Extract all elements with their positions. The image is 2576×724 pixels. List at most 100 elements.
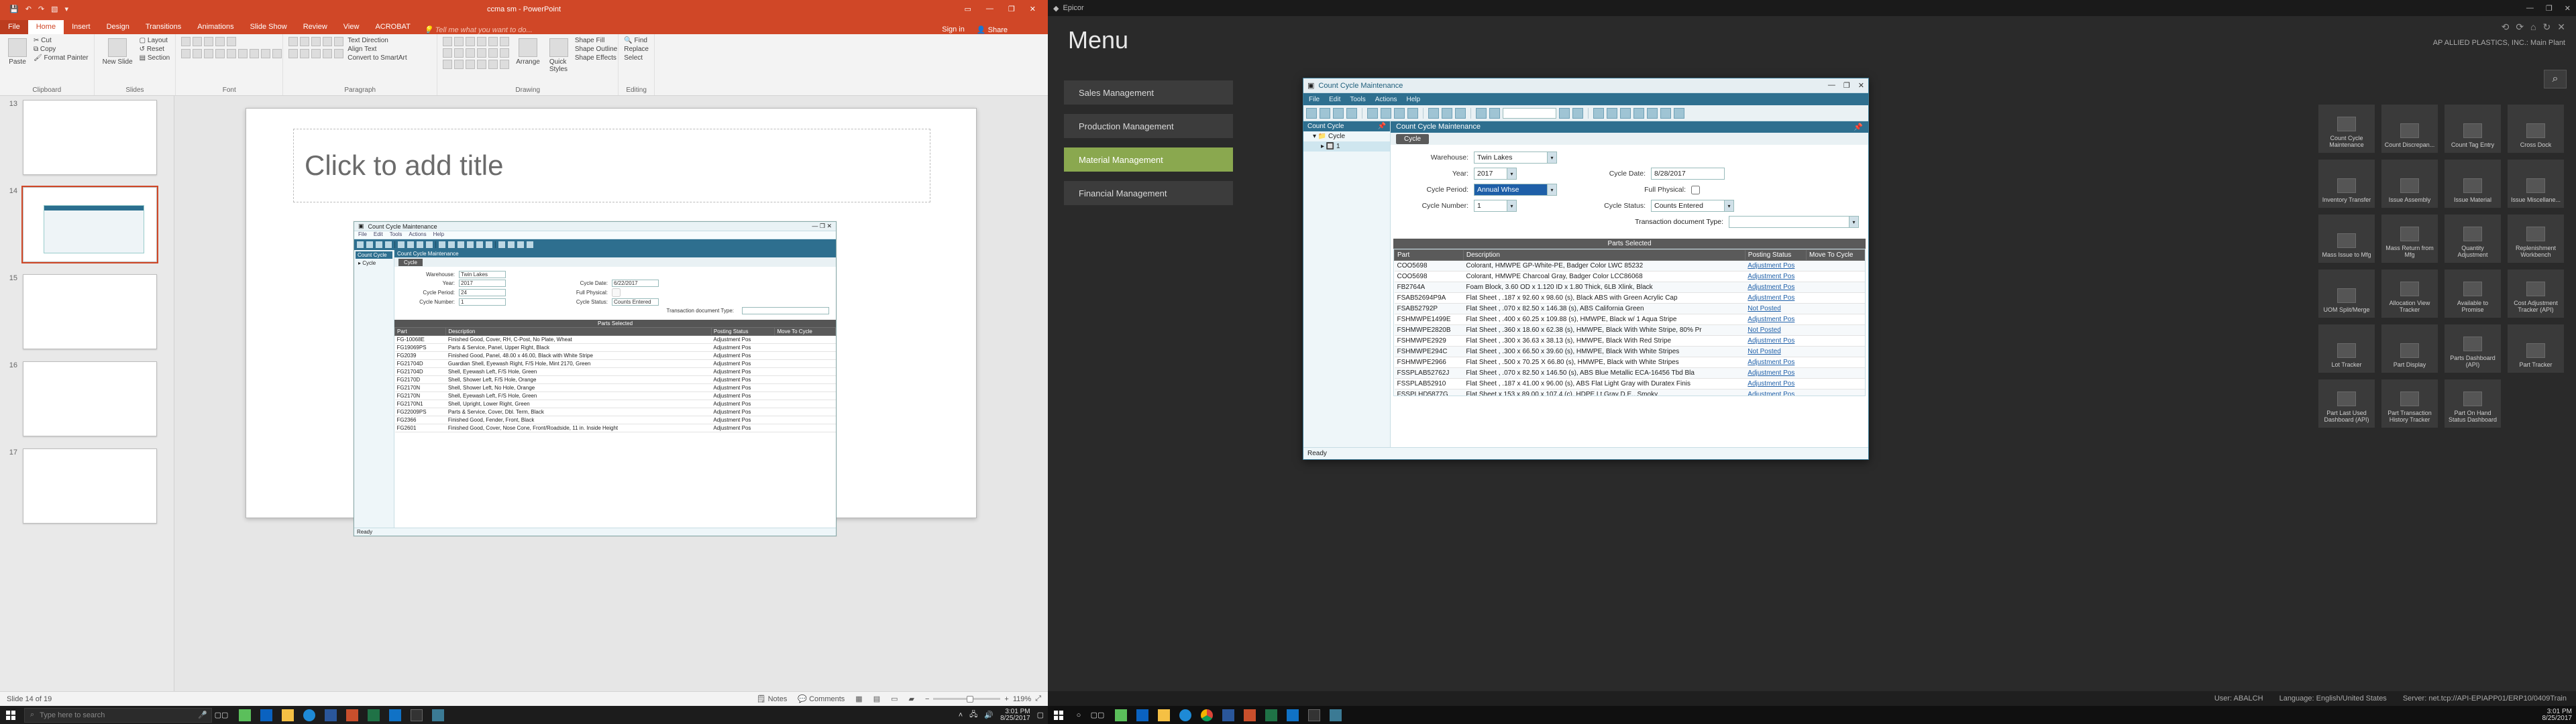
table-row[interactable]: COO5698Colorant, HMWPE Charcoal Gray, Ba… (1395, 272, 1865, 282)
tree-node-cycle-1[interactable]: ▸ 🔲 1 (1303, 141, 1390, 152)
parts-grid[interactable]: PartDescriptionPosting StatusMove To Cyc… (1394, 249, 1865, 396)
tb-new-icon[interactable] (1306, 108, 1317, 119)
arrange-button[interactable]: Arrange (513, 37, 543, 67)
notes-button[interactable]: 🗒 Notes (757, 695, 788, 703)
win-max-icon[interactable]: ❐ (1843, 81, 1850, 90)
tb-audit-icon[interactable] (1455, 108, 1466, 119)
tb-app-ie[interactable] (1175, 706, 1195, 724)
view-slideshow-icon[interactable]: ▰ (909, 695, 914, 703)
view-reading-icon[interactable]: ▭ (891, 695, 898, 703)
tile-issue-material[interactable]: Issue Material (2445, 160, 2501, 208)
tb-app-epicor[interactable] (428, 706, 448, 724)
tile-count-cycle-maintenance[interactable]: Count Cycle Maintenance (2318, 105, 2375, 153)
subtab-cycle[interactable]: Cycle (1396, 134, 1429, 144)
tb-nav-field[interactable] (1503, 108, 1556, 119)
tree-pin-icon[interactable]: 📌 (1378, 123, 1386, 130)
tb-app-epicor[interactable] (1326, 706, 1346, 724)
nav-close-icon[interactable]: ✕ (2557, 21, 2565, 33)
tb-save-icon[interactable] (1320, 108, 1330, 119)
slide-thumb-13[interactable]: 13 (7, 100, 167, 175)
tile-inventory-transfer[interactable]: Inventory Transfer (2318, 160, 2375, 208)
text-direction-button[interactable]: Text Direction (347, 37, 407, 44)
taskbar-clock[interactable]: 3:01 PM8/25/2017 (1000, 709, 1030, 722)
minimize-icon[interactable]: — (986, 5, 994, 13)
quick-styles-button[interactable]: Quick Styles (547, 37, 571, 74)
tb-app-ppt[interactable] (1240, 706, 1260, 724)
tile-mass-issue-to-mfg[interactable]: Mass Issue to Mfg (2318, 215, 2375, 263)
slide-thumbnails[interactable]: 1314151617 (0, 96, 174, 697)
tb-app-green[interactable] (235, 706, 255, 724)
table-row[interactable]: FSSPLAB52910Flat Sheet , .187 x 41.00 x … (1395, 379, 1865, 389)
tile-part-display[interactable]: Part Display (2381, 324, 2438, 373)
tile-part-tracker[interactable]: Part Tracker (2508, 324, 2564, 373)
nav-fwd-icon[interactable]: ⟳ (2516, 21, 2524, 33)
tb-app-word[interactable] (321, 706, 341, 724)
tb-nav-last-icon[interactable] (1572, 108, 1583, 119)
tab-pin-icon[interactable]: 📌 (1854, 123, 1863, 131)
tx-doc-type-dd-icon[interactable]: ▾ (1849, 216, 1859, 228)
tree-node-cycle[interactable]: ▾ 📁 Cycle (1303, 131, 1390, 141)
shape-outline-button[interactable]: Shape Outline (575, 46, 617, 53)
tile-part-transaction-history-tracker[interactable]: Part Transaction History Tracker (2381, 379, 2438, 428)
view-normal-icon[interactable]: ▦ (855, 695, 862, 703)
format-painter-button[interactable]: 🖌 Format Painter (34, 54, 89, 62)
start-slideshow-icon[interactable]: ▧ (51, 5, 58, 13)
tb-refresh-icon[interactable] (1407, 108, 1418, 119)
table-row[interactable]: FSHMWPE2929Flat Sheet , .300 x 36.63 x 3… (1395, 336, 1865, 347)
tile-issue-assembly[interactable]: Issue Assembly (2381, 160, 2438, 208)
nav-back-icon[interactable]: ⟲ (2502, 21, 2510, 33)
win-close-icon[interactable]: ✕ (1858, 81, 1864, 90)
taskview-icon[interactable]: ▢▢ (1088, 711, 1107, 719)
tb-cut-icon[interactable] (1367, 108, 1378, 119)
tb-app-edge[interactable] (1132, 706, 1152, 724)
tb-paste-icon[interactable] (1394, 108, 1405, 119)
tile-uom-split-merge[interactable]: UOM Split/Merge (2318, 269, 2375, 318)
cycle-date-field[interactable]: 8/28/2017 (1651, 168, 1725, 180)
warehouse-field[interactable]: Twin Lakes (1474, 152, 1548, 164)
tile-mass-return-from-mfg[interactable]: Mass Return from Mfg (2381, 215, 2438, 263)
find-button[interactable]: 🔍 Find (624, 37, 649, 44)
warehouse-dd-icon[interactable]: ▾ (1548, 152, 1557, 164)
full-physical-checkbox[interactable] (1691, 186, 1700, 194)
nav-home-icon[interactable]: ⌂ (2530, 21, 2536, 33)
title-placeholder[interactable]: Click to add title (293, 129, 930, 202)
tb-app-ie[interactable] (299, 706, 319, 724)
tb-app-ppt[interactable] (342, 706, 362, 724)
menu-tools[interactable]: Tools (1350, 96, 1365, 103)
cycle-status-field[interactable]: Counts Entered (1651, 200, 1725, 212)
cortana-icon[interactable]: ○ (1069, 711, 1088, 719)
tile-replenishment-workbench[interactable]: Replenishment Workbench (2508, 215, 2564, 263)
tile-available-to-promise[interactable]: Available to Promise (2445, 269, 2501, 318)
layout-button[interactable]: ▢ Layout (140, 37, 170, 44)
undo-icon[interactable]: ↶ (25, 5, 32, 13)
tile-quantity-adjustment[interactable]: Quantity Adjustment (2445, 215, 2501, 263)
nav-financial-management[interactable]: Financial Management (1064, 181, 1233, 205)
share-button[interactable]: 👤 Share (977, 25, 1008, 34)
view-sorter-icon[interactable]: ▤ (873, 695, 880, 703)
slide-thumb-16[interactable]: 16 (7, 361, 167, 436)
start-button[interactable] (0, 706, 21, 724)
year-field[interactable]: 2017 (1474, 168, 1507, 180)
taskbar-search[interactable]: ⌕ Type here to search🎤 (24, 708, 212, 723)
tile-count-discrepan-[interactable]: Count Discrepan... (2381, 105, 2438, 153)
shape-effects-button[interactable]: Shape Effects (575, 54, 617, 62)
cycle-period-dd-icon[interactable]: ▾ (1548, 184, 1557, 196)
start-button[interactable] (1048, 706, 1069, 724)
table-row[interactable]: FSHMWPE2966Flat Sheet , .500 x 70.25 X 6… (1395, 357, 1865, 368)
tray-notif-icon[interactable]: ▢ (1037, 711, 1044, 719)
table-row[interactable]: COO5698Colorant, HMWPE GP-White-PE, Badg… (1395, 261, 1865, 272)
redo-icon[interactable]: ↷ (38, 5, 44, 13)
tab-view[interactable]: View (335, 20, 368, 34)
tile-part-last-used-dashboard-api-[interactable]: Part Last Used Dashboard (API) (2318, 379, 2375, 428)
slide-indicator[interactable]: Slide 14 of 19 (7, 695, 52, 703)
tile-allocation-view-tracker[interactable]: Allocation View Tracker (2381, 269, 2438, 318)
save-icon[interactable]: 💾 (9, 5, 19, 13)
slide-thumb-17[interactable]: 17 (7, 448, 167, 524)
tell-me[interactable]: 💡 Tell me what you want to do... (424, 25, 533, 34)
cycle-period-field[interactable]: Annual Whse (1474, 184, 1548, 196)
tab-slideshow[interactable]: Slide Show (242, 20, 295, 34)
tb-app-chrome[interactable] (1197, 706, 1217, 724)
tile-cross-dock[interactable]: Cross Dock (2508, 105, 2564, 153)
tb-app-calc[interactable] (407, 706, 427, 724)
maximize-icon[interactable]: ❐ (2546, 4, 2553, 13)
